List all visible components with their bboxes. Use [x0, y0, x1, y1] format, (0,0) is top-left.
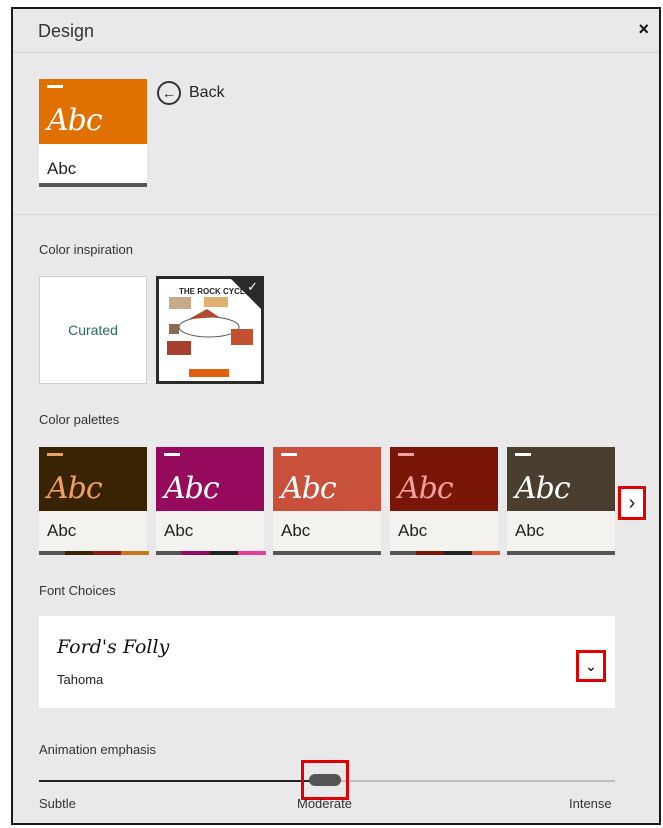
palette-script-text: Abc	[398, 471, 454, 506]
title-bar-marker	[398, 453, 414, 456]
design-pane: Design × Abc Abc ← Back Color inspiratio…	[11, 7, 661, 825]
rock-cycle-image-option[interactable]: THE ROCK CYCLE ✓	[156, 276, 264, 384]
palette-script-text: Abc	[515, 471, 571, 506]
theme-preview-swatch: Abc	[39, 79, 147, 144]
palette-option-3[interactable]: Abc Abc	[273, 447, 381, 555]
animation-slider-fill	[39, 780, 327, 782]
palette-label: Abc	[398, 521, 428, 540]
palette-label: Abc	[515, 521, 545, 540]
palette-option-1[interactable]: Abc Abc	[39, 447, 149, 555]
preview-script-text: Abc	[47, 103, 103, 138]
palette-swatch: Abc	[507, 447, 615, 511]
palette-swatch: Abc	[390, 447, 498, 511]
palette-swatch: Abc	[156, 447, 264, 511]
title-bar-marker	[47, 85, 63, 88]
curated-option[interactable]: Curated	[39, 276, 147, 384]
palette-script-text: Abc	[164, 471, 220, 506]
chevron-down-icon[interactable]: ⌄	[576, 650, 606, 682]
palette-label: Abc	[164, 521, 194, 540]
pane-title: Design	[38, 21, 95, 41]
palette-accents	[182, 551, 266, 555]
intense-label: Intense	[569, 796, 612, 811]
palette-swatch: Abc	[39, 447, 147, 511]
subtle-label: Subtle	[39, 796, 76, 811]
palette-script-text: Abc	[281, 471, 337, 506]
divider	[13, 214, 659, 215]
back-button[interactable]: ← Back	[157, 81, 225, 105]
animation-emphasis-label: Animation emphasis	[39, 742, 157, 757]
chevron-right-icon[interactable]: ›	[618, 486, 646, 520]
palette-accents	[65, 551, 149, 555]
preview-label: Abc	[47, 159, 77, 178]
color-inspiration-label: Color inspiration	[39, 242, 133, 257]
heading-font-name: Ford's Folly	[57, 636, 170, 658]
title-bar-marker	[281, 453, 297, 456]
font-choice-selector[interactable]: Ford's Folly Tahoma ⌄	[39, 616, 615, 708]
checkmark-icon: ✓	[247, 279, 258, 294]
theme-preview: Abc Abc	[39, 79, 147, 187]
palette-swatch: Abc	[273, 447, 381, 511]
palette-label: Abc	[281, 521, 311, 540]
title-bar-marker	[515, 453, 531, 456]
palette-label: Abc	[47, 521, 77, 540]
close-icon[interactable]: ×	[638, 19, 649, 40]
back-label: Back	[189, 84, 225, 101]
palette-accents	[416, 551, 500, 555]
curated-label: Curated	[68, 322, 118, 338]
color-palettes-label: Color palettes	[39, 412, 120, 427]
animation-slider-thumb[interactable]	[301, 760, 349, 800]
title-bar-marker	[47, 453, 63, 456]
palette-option-5[interactable]: Abc Abc	[507, 447, 615, 555]
body-font-name: Tahoma	[57, 672, 104, 687]
palette-script-text: Abc	[47, 471, 103, 506]
title-bar-marker	[164, 453, 180, 456]
moderate-label: Moderate	[297, 796, 352, 811]
palette-option-4[interactable]: Abc Abc	[390, 447, 500, 555]
title-bar: Design ×	[13, 9, 659, 53]
slider-knob	[309, 774, 341, 786]
font-choices-label: Font Choices	[39, 583, 116, 598]
palette-option-2[interactable]: Abc Abc	[156, 447, 266, 555]
back-arrow-icon: ←	[157, 81, 181, 105]
